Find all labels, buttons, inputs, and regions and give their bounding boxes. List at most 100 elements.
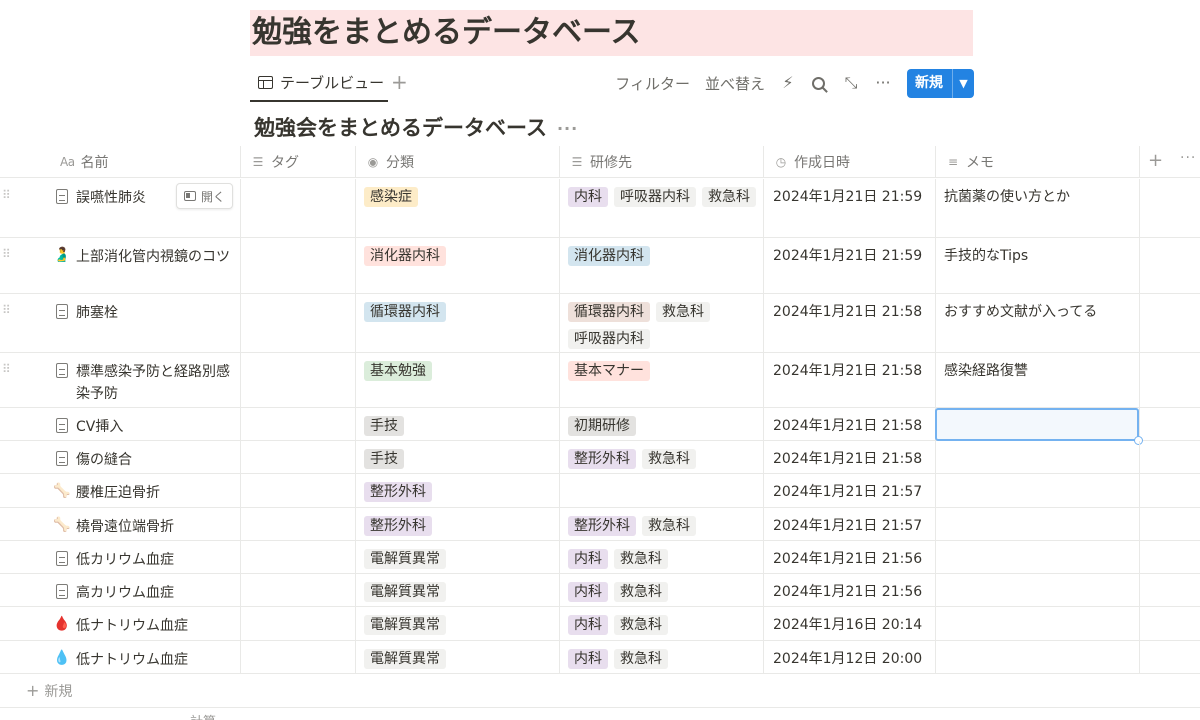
cell-created[interactable]: 2024年1月21日 21:57	[763, 508, 935, 540]
table-row[interactable]: 💧 低ナトリウム血症 電解質異常 内科 救急科 2024年1月12日 20:00	[0, 641, 1200, 674]
cell-category[interactable]: 電解質異常	[355, 607, 559, 640]
cell-memo[interactable]	[935, 574, 1139, 606]
column-header-created[interactable]: ◷ 作成日時	[763, 146, 935, 177]
cell-training[interactable]: 整形外科 救急科	[559, 508, 763, 540]
more-icon[interactable]: ···	[875, 75, 891, 91]
cell-name[interactable]: 🦴 腰椎圧迫骨折	[50, 474, 240, 507]
cell-name[interactable]: 低カリウム血症	[50, 541, 240, 573]
lightning-icon[interactable]: ⚡	[780, 75, 796, 91]
table-row[interactable]: ⠿ 🫃 上部消化管内視鏡のコツ 消化器内科 消化器内科 2024年1月21日 21:59 手…	[0, 238, 1200, 294]
cell-category[interactable]: 基本勉強	[355, 353, 559, 407]
cell-created[interactable]: 2024年1月21日 21:58	[763, 353, 935, 407]
tab-table-view[interactable]: テーブルビュー	[250, 64, 388, 102]
table-row[interactable]: ⠿ 肺塞栓 循環器内科 循環器内科 救急科呼吸器内科 2024年1月21日 21:58 おす…	[0, 294, 1200, 353]
cell-training[interactable]: 消化器内科	[559, 238, 763, 293]
cell-memo[interactable]: 感染経路復讐	[935, 353, 1139, 407]
sort-button[interactable]: 並べ替え	[705, 73, 765, 94]
drag-handle-icon[interactable]: ⠿	[2, 362, 11, 376]
cell-category[interactable]: 電解質異常	[355, 641, 559, 673]
cell-memo[interactable]	[935, 641, 1139, 673]
cell-category[interactable]: 整形外科	[355, 508, 559, 540]
table-row[interactable]: 高カリウム血症 電解質異常 内科 救急科 2024年1月21日 21:56	[0, 574, 1200, 607]
table-row[interactable]: CV挿入 手技 初期研修 2024年1月21日 21:58	[0, 408, 1200, 445]
column-header-memo[interactable]: ≡ メモ	[935, 146, 1139, 177]
cell-training[interactable]: 内科 救急科	[559, 607, 763, 640]
selected-cell-outline[interactable]	[935, 408, 1143, 445]
cell-memo[interactable]: 手技的なTips	[935, 238, 1139, 293]
database-title[interactable]: 勉強会をまとめるデータベース ···	[254, 112, 578, 145]
add-column-icon[interactable]: +	[1148, 150, 1163, 171]
cell-name[interactable]: 標準感染予防と経路別感染予防	[50, 353, 240, 407]
cell-created[interactable]: 2024年1月21日 21:58	[763, 294, 935, 352]
cell-training[interactable]: 内科 救急科	[559, 574, 763, 606]
table-row[interactable]: 🦴 腰椎圧迫骨折 整形外科 2024年1月21日 21:57	[0, 474, 1200, 508]
cell-category[interactable]: 手技	[355, 441, 559, 473]
cell-name[interactable]: 🦴 橈骨遠位端骨折	[50, 508, 240, 540]
cell-tag[interactable]	[240, 294, 355, 352]
cell-tag[interactable]	[240, 607, 355, 640]
drag-handle-icon[interactable]: ⠿	[2, 247, 11, 261]
cell-tag[interactable]	[240, 541, 355, 573]
cell-training[interactable]: 内科 救急科	[559, 641, 763, 673]
cell-training[interactable]: 内科 呼吸器内科 救急科	[559, 179, 763, 237]
cell-created[interactable]: 2024年1月21日 21:56	[763, 574, 935, 606]
cell-memo[interactable]	[935, 441, 1139, 473]
new-button[interactable]: 新規 ▼	[907, 68, 974, 98]
cell-created[interactable]: 2024年1月21日 21:57	[763, 474, 935, 507]
cell-tag[interactable]	[240, 441, 355, 473]
cell-tag[interactable]	[240, 508, 355, 540]
page-title[interactable]: 勉強をまとめるデータベース	[250, 10, 973, 56]
table-row[interactable]: 🦴 橈骨遠位端骨折 整形外科 整形外科 救急科 2024年1月21日 21:57	[0, 508, 1200, 541]
search-icon[interactable]	[812, 76, 825, 90]
cell-tag[interactable]	[240, 353, 355, 407]
cell-category[interactable]: 電解質異常	[355, 541, 559, 573]
more-icon[interactable]: ···	[1180, 150, 1196, 166]
cell-training[interactable]	[559, 474, 763, 507]
column-header-training[interactable]: ☰ 研修先	[559, 146, 763, 177]
cell-tag[interactable]	[240, 408, 355, 440]
cell-created[interactable]: 2024年1月16日 20:14	[763, 607, 935, 640]
cell-name[interactable]: 傷の縫合	[50, 441, 240, 473]
cell-category[interactable]: 循環器内科	[355, 294, 559, 352]
cell-created[interactable]: 2024年1月21日 21:58	[763, 408, 935, 440]
cell-name[interactable]: 誤嚥性肺炎 開く	[50, 179, 240, 237]
cell-memo[interactable]: おすすめ文献が入ってる	[935, 294, 1139, 352]
cell-category[interactable]: 整形外科	[355, 474, 559, 507]
column-header-name[interactable]: Aa 名前	[50, 146, 240, 177]
cell-category[interactable]: 手技	[355, 408, 559, 440]
table-row[interactable]: 低カリウム血症 電解質異常 内科 救急科 2024年1月21日 21:56	[0, 541, 1200, 574]
column-header-category[interactable]: ◉ 分類	[355, 146, 559, 177]
cell-created[interactable]: 2024年1月21日 21:59	[763, 238, 935, 293]
cell-created[interactable]: 2024年1月12日 20:00	[763, 641, 935, 673]
filter-button[interactable]: フィルター	[615, 73, 690, 94]
cell-training[interactable]: 初期研修	[559, 408, 763, 440]
cell-name[interactable]: 🫃 上部消化管内視鏡のコツ	[50, 238, 240, 293]
cell-tag[interactable]	[240, 474, 355, 507]
cell-memo[interactable]	[935, 541, 1139, 573]
calculate-button[interactable]: 計算	[190, 711, 216, 720]
chevron-down-icon[interactable]: ▼	[952, 68, 974, 98]
cell-training[interactable]: 基本マナー	[559, 353, 763, 407]
drag-handle-icon[interactable]: ⠿	[2, 188, 11, 202]
cell-name[interactable]: 高カリウム血症	[50, 574, 240, 606]
cell-name[interactable]: 🩸 低ナトリウム血症	[50, 607, 240, 640]
cell-memo[interactable]	[935, 474, 1139, 507]
cell-memo[interactable]	[935, 607, 1139, 640]
cell-tag[interactable]	[240, 238, 355, 293]
more-icon[interactable]: ···	[557, 113, 578, 145]
open-page-button[interactable]: 開く	[176, 183, 234, 209]
new-row-button[interactable]: + 新規	[26, 681, 72, 701]
cell-created[interactable]: 2024年1月21日 21:58	[763, 441, 935, 473]
column-header-tag[interactable]: ☰ タグ	[240, 146, 355, 177]
cell-created[interactable]: 2024年1月21日 21:59	[763, 179, 935, 237]
cell-name[interactable]: 肺塞栓	[50, 294, 240, 352]
cell-name[interactable]: CV挿入	[50, 408, 240, 440]
cell-category[interactable]: 感染症	[355, 179, 559, 237]
cell-training[interactable]: 循環器内科 救急科呼吸器内科	[559, 294, 763, 352]
table-row[interactable]: 傷の縫合 手技 整形外科 救急科 2024年1月21日 21:58	[0, 441, 1200, 474]
cell-training[interactable]: 整形外科 救急科	[559, 441, 763, 473]
drag-handle-icon[interactable]: ⠿	[2, 303, 11, 317]
cell-category[interactable]: 電解質異常	[355, 574, 559, 606]
cell-memo[interactable]: 抗菌薬の使い方とか	[935, 179, 1139, 237]
add-view-button[interactable]: +	[391, 70, 408, 94]
